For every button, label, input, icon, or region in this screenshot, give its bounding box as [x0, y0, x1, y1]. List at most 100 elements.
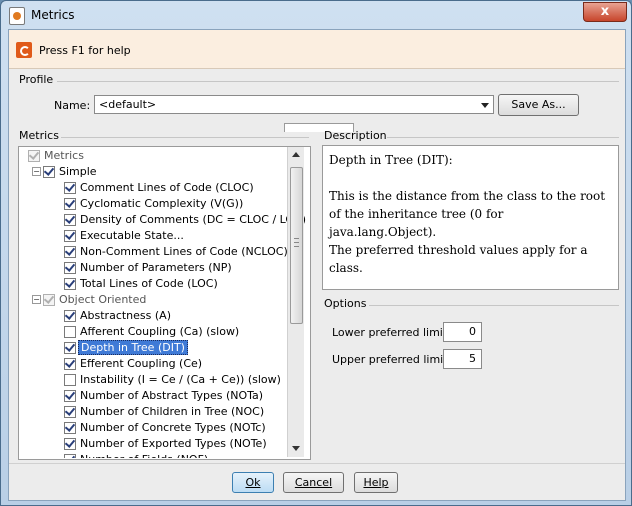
tree-item-label: Abstractness (A): [80, 309, 171, 322]
scroll-down-icon[interactable]: [292, 446, 300, 451]
grip-icon: [294, 238, 299, 247]
cancel-button[interactable]: Cancel: [283, 472, 344, 493]
tree-item[interactable]: Number of Exported Types (NOTe): [18, 436, 286, 452]
profile-name-value: <default>: [99, 98, 157, 111]
tree-item-checkbox[interactable]: [64, 214, 76, 226]
tree-item-label: Number of Children in Tree (NOC): [80, 405, 265, 418]
collapse-icon[interactable]: −: [32, 295, 41, 304]
options-group-label: Options: [324, 297, 367, 310]
tree-item[interactable]: Instability (I = Ce / (Ca + Ce)) (slow): [18, 372, 286, 388]
tree-item[interactable]: Number of Concrete Types (NOTc): [18, 420, 286, 436]
title-bar[interactable]: Metrics x: [1, 1, 631, 29]
metrics-separator: [61, 137, 309, 138]
tree-item[interactable]: Non-Comment Lines of Code (NCLOC): [18, 244, 288, 260]
dialog-content: Press F1 for help Profile Name: <default…: [8, 29, 626, 501]
help-button[interactable]: Help: [354, 472, 398, 493]
tree-item-label: Density of Comments (DC = CLOC / LOC): [80, 213, 307, 226]
tree-item[interactable]: Abstractness (A): [18, 308, 286, 324]
tree-item-checkbox[interactable]: [64, 326, 76, 338]
tree-item-label: Depth in Tree (DIT): [78, 340, 188, 355]
tree-item-checkbox[interactable]: [64, 182, 76, 194]
tree-item-checkbox[interactable]: [43, 294, 55, 306]
name-label: Name:: [54, 99, 91, 112]
tree-item[interactable]: Efferent Coupling (Ce): [18, 356, 286, 372]
tree-item-label: Cyclomatic Complexity (V(G)): [80, 197, 244, 210]
description-separator: [387, 137, 619, 138]
upper-limit-label: Upper preferred limit:: [332, 353, 452, 366]
tree-item-label: Number of Fields (NOF): [80, 453, 208, 458]
tree-item-label: Afferent Coupling (Ca) (slow): [80, 325, 240, 338]
metrics-group-label: Metrics: [19, 129, 59, 142]
tree-item-checkbox[interactable]: [64, 390, 76, 402]
tree-item[interactable]: Number of Fields (NOF): [18, 452, 286, 458]
tree-item-checkbox[interactable]: [64, 422, 76, 434]
profile-name-dropdown[interactable]: <default>: [94, 95, 494, 114]
tree-item[interactable]: Cyclomatic Complexity (V(G)): [18, 196, 286, 212]
chevron-down-icon: [481, 103, 489, 108]
help-button-label: Help: [363, 476, 389, 489]
tree-item[interactable]: Executable State...: [18, 228, 286, 244]
description-title: Depth in Tree (DIT):: [329, 153, 453, 167]
tree-item-label: Number of Parameters (NP): [80, 261, 232, 274]
window-title: Metrics: [31, 8, 75, 22]
tree-item-checkbox[interactable]: [43, 166, 55, 178]
tree-item-checkbox[interactable]: [64, 438, 76, 450]
tree-item-label: Efferent Coupling (Ce): [80, 357, 203, 370]
tree-item-checkbox[interactable]: [64, 342, 76, 354]
tree-item-checkbox[interactable]: [64, 406, 76, 418]
tree-item-checkbox[interactable]: [64, 310, 76, 322]
help-bar: Press F1 for help: [9, 30, 625, 69]
tree-item[interactable]: Number of Abstract Types (NOTa): [18, 388, 286, 404]
tree-item-label: Metrics: [44, 149, 84, 162]
close-button[interactable]: x: [583, 2, 627, 22]
tree-item-checkbox[interactable]: [64, 278, 76, 290]
cancel-button-label: Cancel: [294, 476, 333, 489]
help-icon: [16, 42, 32, 58]
ok-button-label: Ok: [245, 476, 261, 489]
tree-item-checkbox[interactable]: [28, 150, 40, 162]
tree-item-checkbox[interactable]: [64, 246, 76, 258]
ok-button[interactable]: Ok: [232, 472, 274, 493]
profile-separator: [57, 81, 619, 82]
tree-scrollbar[interactable]: [287, 147, 304, 457]
tree-item-checkbox[interactable]: [64, 262, 76, 274]
tree-item-label: Number of Concrete Types (NOTc): [80, 421, 266, 434]
tree-item-label: Simple: [59, 165, 97, 178]
profile-group-label: Profile: [19, 73, 54, 86]
tree-item[interactable]: Afferent Coupling (Ca) (slow): [18, 324, 286, 340]
tree-item-checkbox[interactable]: [64, 454, 76, 458]
tree-item[interactable]: Comment Lines of Code (CLOC): [18, 180, 286, 196]
lower-limit-label: Lower preferred limit:: [332, 326, 451, 339]
lower-limit-input[interactable]: 0: [443, 322, 482, 342]
tree-item-checkbox[interactable]: [64, 374, 76, 386]
tree-item-checkbox[interactable]: [64, 358, 76, 370]
tree-item-label: Total Lines of Code (LOC): [80, 277, 218, 290]
tree-item[interactable]: Depth in Tree (DIT): [18, 340, 286, 356]
tree-item-label: Executable State...: [80, 229, 184, 242]
tree-item-label: Non-Comment Lines of Code (NCLOC): [80, 245, 288, 258]
tree-item[interactable]: Total Lines of Code (LOC): [18, 276, 286, 292]
tree-item[interactable]: Density of Comments (DC = CLOC / LOC): [18, 212, 306, 228]
metrics-dialog: Metrics x Press F1 for help Profile Name…: [0, 0, 632, 506]
help-text: Press F1 for help: [39, 44, 131, 57]
tree-item[interactable]: − Object Oriented: [18, 292, 286, 308]
scroll-thumb[interactable]: [290, 167, 303, 324]
options-separator: [369, 305, 619, 306]
tree-item-checkbox[interactable]: [64, 230, 76, 242]
java-app-icon: [9, 7, 25, 25]
footer-separator: [9, 463, 625, 464]
collapse-icon[interactable]: −: [32, 167, 41, 176]
save-as-button[interactable]: Save As...: [498, 94, 579, 116]
tree-item[interactable]: − Simple: [18, 164, 286, 180]
description-note: The preferred threshold values apply for…: [329, 243, 588, 275]
tree-item-checkbox[interactable]: [64, 198, 76, 210]
scroll-up-icon[interactable]: [292, 152, 300, 157]
tree-item-label: Instability (I = Ce / (Ca + Ce)) (slow): [80, 373, 281, 386]
tree-item[interactable]: Number of Parameters (NP): [18, 260, 286, 276]
metrics-tree[interactable]: Metrics − Simple Comment Lines of Code (CLO…: [18, 146, 309, 458]
tree-item[interactable]: Metrics: [18, 148, 286, 164]
tree-item-label: Object Oriented: [59, 293, 147, 306]
upper-limit-input[interactable]: 5: [443, 349, 482, 369]
tree-item[interactable]: Number of Children in Tree (NOC): [18, 404, 286, 420]
description-body: This is the distance from the class to t…: [329, 189, 606, 239]
